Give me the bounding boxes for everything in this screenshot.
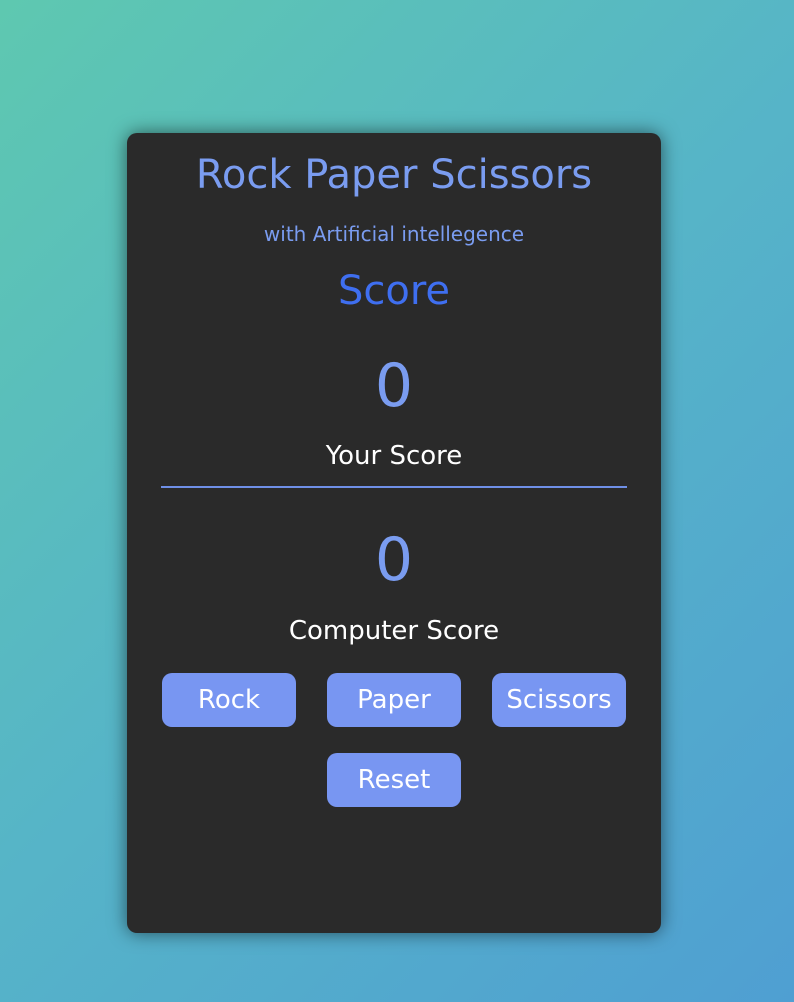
game-card: Rock Paper Scissors with Artificial inte… (127, 133, 661, 933)
computer-score-label: Computer Score (288, 616, 500, 646)
paper-button[interactable]: Paper (327, 673, 461, 727)
computer-score-value: 0 (374, 525, 414, 595)
player-score-label: Your Score (325, 441, 463, 471)
score-heading: Score (337, 268, 451, 314)
scissors-button[interactable]: Scissors (492, 673, 626, 727)
page-title: Rock Paper Scissors (195, 152, 593, 198)
rock-button[interactable]: Rock (162, 673, 296, 727)
player-score-value: 0 (374, 351, 414, 421)
page-subtitle: with Artificial intellegence (263, 222, 525, 246)
reset-button[interactable]: Reset (327, 753, 461, 807)
score-divider (161, 486, 627, 488)
